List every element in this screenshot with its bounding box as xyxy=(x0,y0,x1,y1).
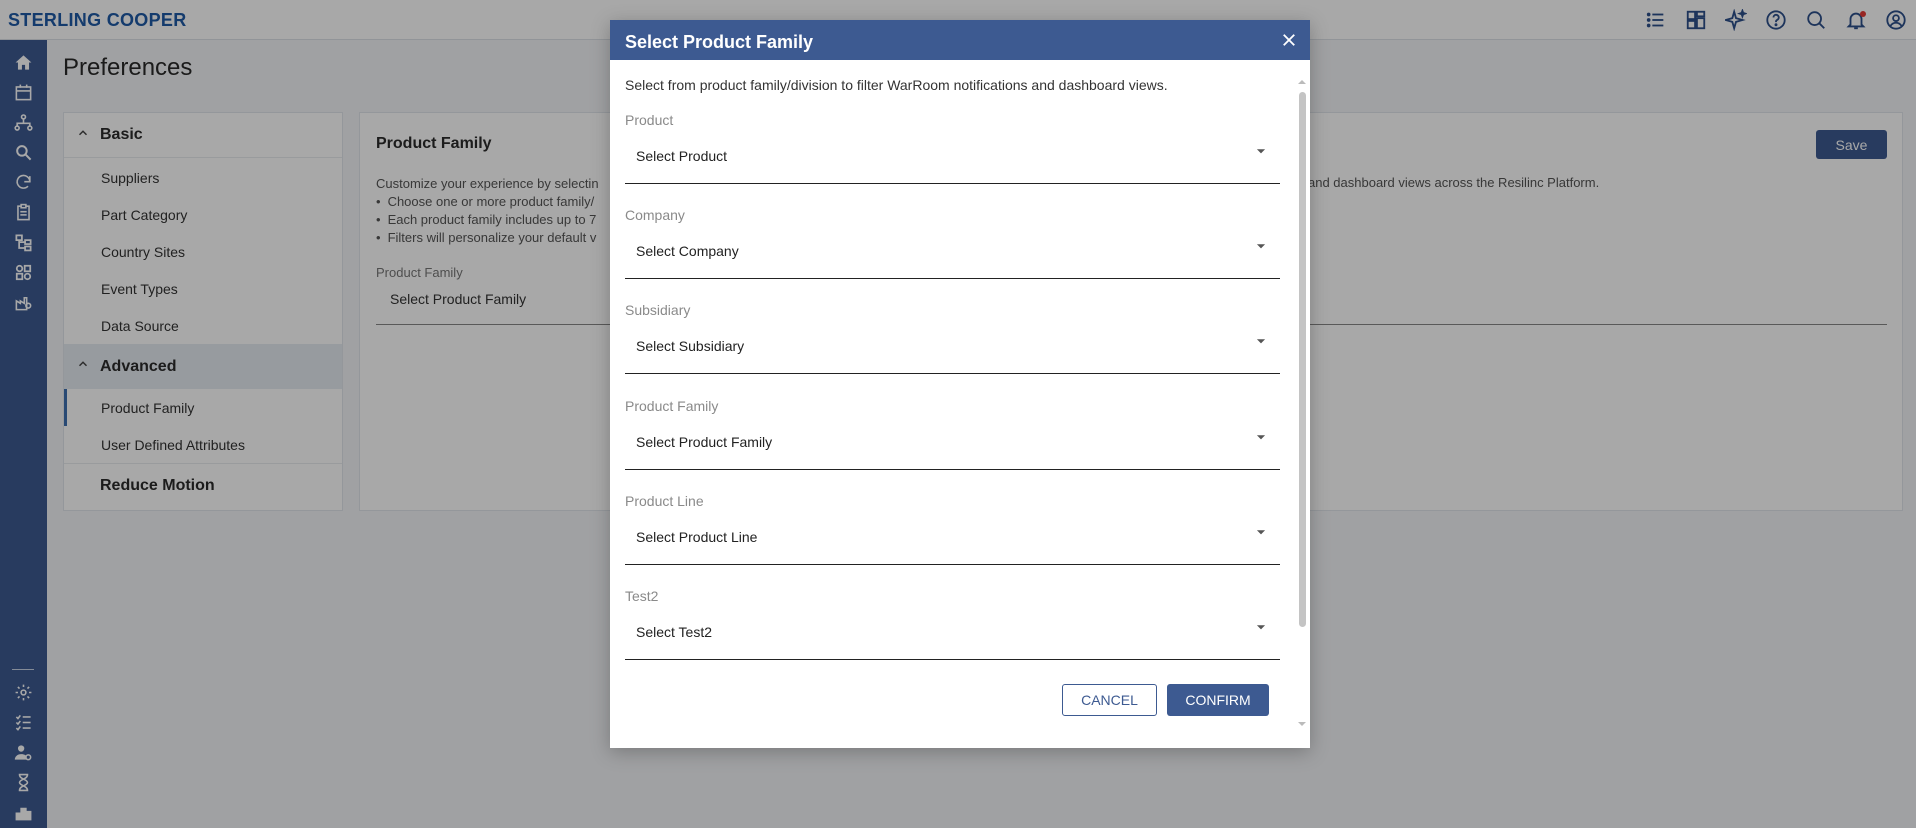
field-underline xyxy=(625,183,1280,184)
select-product-family-dialog: Select Product Family Select from produc… xyxy=(610,20,1310,748)
caret-down-icon[interactable] xyxy=(1254,430,1268,444)
product-family-field: Product Family Select Product Family xyxy=(625,398,1280,473)
dialog-header: Select Product Family xyxy=(610,20,1310,60)
product-line-select[interactable]: Select Product Line xyxy=(636,529,757,545)
product-field-label: Product xyxy=(625,112,674,128)
caret-down-icon[interactable] xyxy=(1254,239,1268,253)
product-line-field: Product Line Select Product Line xyxy=(625,493,1280,568)
product-select[interactable]: Select Product xyxy=(636,148,727,164)
close-icon[interactable] xyxy=(1278,29,1300,51)
confirm-button[interactable]: CONFIRM xyxy=(1167,684,1269,716)
cancel-button[interactable]: CANCEL xyxy=(1062,684,1157,716)
caret-down-icon[interactable] xyxy=(1254,620,1268,634)
product-family-select[interactable]: Select Product Family xyxy=(636,434,772,450)
test2-select[interactable]: Select Test2 xyxy=(636,624,712,640)
field-underline xyxy=(625,469,1280,470)
dialog-title: Select Product Family xyxy=(625,32,814,52)
field-underline xyxy=(625,564,1280,565)
subsidiary-field: Subsidiary Select Subsidiary xyxy=(625,302,1280,377)
product-family-field-label: Product Family xyxy=(625,398,719,414)
caret-down-icon[interactable] xyxy=(1254,144,1268,158)
company-select[interactable]: Select Company xyxy=(636,243,739,259)
field-underline xyxy=(625,278,1280,279)
product-field: Product Select Product xyxy=(625,112,1280,187)
caret-down-icon[interactable] xyxy=(1254,334,1268,348)
test2-field-label: Test2 xyxy=(625,588,659,604)
subsidiary-select[interactable]: Select Subsidiary xyxy=(636,338,744,354)
field-underline xyxy=(625,659,1280,660)
field-underline xyxy=(625,373,1280,374)
company-field-label: Company xyxy=(625,207,685,223)
scroll-up-arrow-icon[interactable] xyxy=(1297,78,1307,86)
product-line-field-label: Product Line xyxy=(625,493,704,509)
dialog-scrollbar[interactable] xyxy=(1299,92,1306,627)
company-field: Company Select Company xyxy=(625,207,1280,282)
dialog-intro-text: Select from product family/division to f… xyxy=(625,77,1168,93)
subsidiary-field-label: Subsidiary xyxy=(625,302,691,318)
scroll-down-arrow-icon[interactable] xyxy=(1297,720,1307,728)
caret-down-icon[interactable] xyxy=(1254,525,1268,539)
test2-field: Test2 Select Test2 xyxy=(625,588,1280,663)
